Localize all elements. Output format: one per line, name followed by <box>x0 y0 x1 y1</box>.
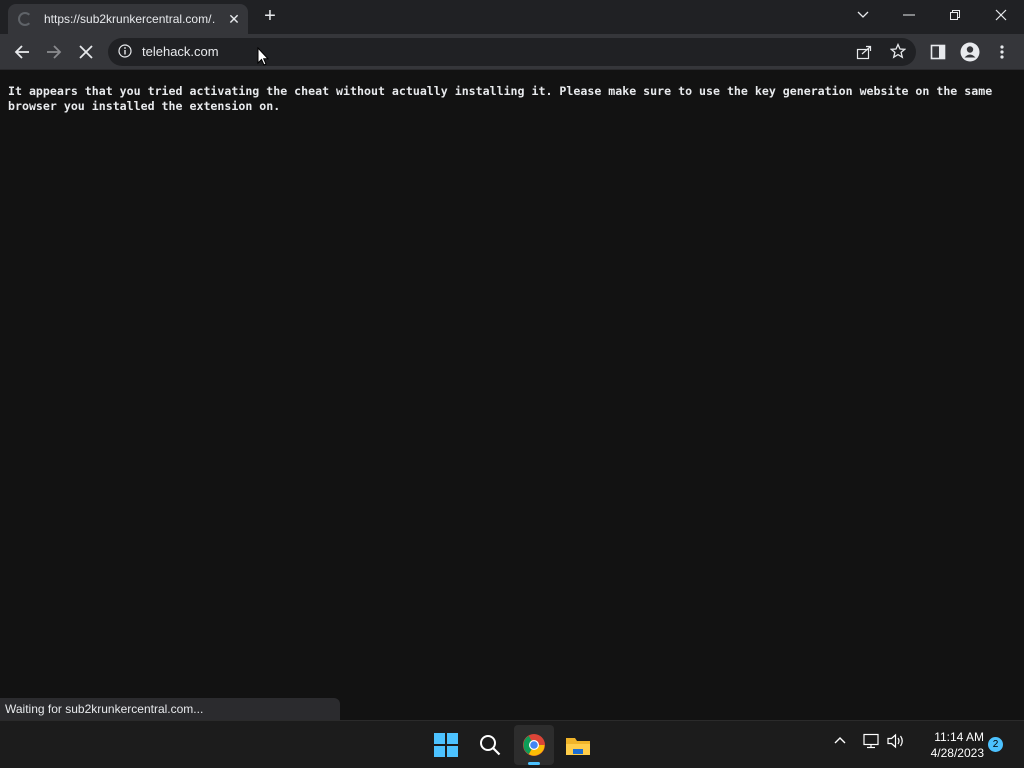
address-bar[interactable]: telehack.com <box>108 38 916 66</box>
mouse-cursor-icon <box>257 47 269 66</box>
notification-badge[interactable]: 2 <box>988 737 1003 752</box>
status-bubble: Waiting for sub2krunkercentral.com... <box>0 698 340 720</box>
stop-loading-button[interactable] <box>72 38 100 66</box>
volume-button[interactable] <box>887 733 905 754</box>
volume-icon <box>887 733 903 749</box>
share-icon <box>856 45 872 60</box>
browser-tab[interactable]: https://sub2krunkercentral.com/… ✕ <box>8 4 248 34</box>
more-vert-icon <box>1000 45 1004 59</box>
menu-button[interactable] <box>988 38 1016 66</box>
tab-search-button[interactable] <box>840 0 886 30</box>
clock-time: 11:14 AM <box>934 730 984 744</box>
profile-button[interactable] <box>956 38 984 66</box>
folder-icon <box>566 738 590 755</box>
tab-title: https://sub2krunkercentral.com/… <box>44 12 216 26</box>
profile-avatar-icon <box>960 42 980 62</box>
minimize-icon <box>903 14 915 16</box>
active-app-indicator <box>528 762 540 765</box>
minimize-button[interactable] <box>886 0 932 30</box>
page-content: It appears that you tried activating the… <box>0 71 1024 720</box>
close-window-button[interactable] <box>978 0 1024 30</box>
windows-logo-icon <box>434 733 458 757</box>
share-button[interactable] <box>856 44 872 65</box>
forward-button[interactable] <box>40 38 68 66</box>
side-panel-button[interactable] <box>924 38 952 66</box>
system-clock[interactable]: 11:14 AM 4/28/2023 <box>916 729 984 761</box>
network-button[interactable] <box>862 733 880 754</box>
chevron-up-icon <box>834 737 846 744</box>
side-panel-icon <box>930 44 946 60</box>
network-icon <box>863 733 879 749</box>
info-icon[interactable] <box>118 44 132 58</box>
back-button[interactable] <box>8 38 36 66</box>
bookmark-button[interactable] <box>889 42 907 64</box>
taskbar: 11:14 AM 4/28/2023 2 <box>0 720 1024 768</box>
tab-strip: https://sub2krunkercentral.com/… ✕ + <box>0 0 1024 34</box>
restore-button[interactable] <box>932 0 978 30</box>
new-tab-button[interactable]: + <box>258 6 282 28</box>
address-url[interactable]: telehack.com <box>142 44 219 59</box>
arrow-right-icon <box>47 45 62 59</box>
search-button[interactable] <box>470 725 510 765</box>
stop-x-icon <box>79 45 93 59</box>
taskbar-file-explorer-button[interactable] <box>558 725 598 765</box>
close-icon <box>995 9 1007 21</box>
restore-icon <box>950 10 960 20</box>
page-message: It appears that you tried activating the… <box>8 84 1000 113</box>
start-button[interactable] <box>426 725 466 765</box>
chrome-icon <box>523 734 545 756</box>
taskbar-chrome-button[interactable] <box>514 725 554 765</box>
loading-spinner-icon <box>18 12 32 26</box>
arrow-left-icon <box>14 45 29 59</box>
clock-date: 4/28/2023 <box>930 746 984 760</box>
search-icon <box>480 735 501 756</box>
browser-toolbar: telehack.com <box>0 34 1024 70</box>
show-hidden-icons-button[interactable] <box>834 733 846 751</box>
star-icon <box>889 42 907 59</box>
chevron-down-icon <box>857 11 869 18</box>
tab-close-icon[interactable]: ✕ <box>226 11 242 28</box>
